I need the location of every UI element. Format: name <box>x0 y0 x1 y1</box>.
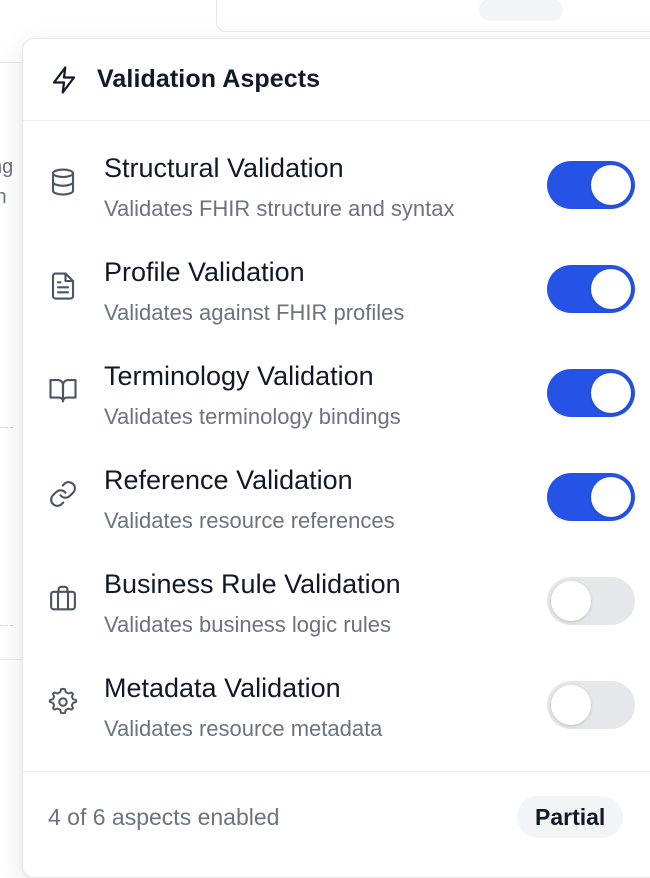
gear-icon <box>48 687 78 717</box>
toggle-knob <box>551 581 591 621</box>
aspect-title: Business Rule Validation <box>104 569 401 599</box>
aspect-description: Validates against FHIR profiles <box>104 300 405 325</box>
background-text: ng <box>0 156 14 178</box>
aspect-description: Validates business logic rules <box>104 612 391 637</box>
aspect-description: Validates FHIR structure and syntax <box>104 196 455 221</box>
terminology-validation-toggle[interactable] <box>547 369 635 417</box>
aspect-row-structural: Structural Validation Validates FHIR str… <box>23 139 650 243</box>
aspect-title: Reference Validation <box>104 465 353 495</box>
aspect-description: Validates resource references <box>104 508 395 533</box>
aspect-row-terminology: Terminology Validation Validates termino… <box>23 347 650 451</box>
aspect-title: Profile Validation <box>104 257 305 287</box>
toggle-knob <box>551 685 591 725</box>
aspect-title: Structural Validation <box>104 153 344 183</box>
book-icon <box>48 375 78 405</box>
popover-title: Validation Aspects <box>97 65 321 93</box>
popover-footer: 4 of 6 aspects enabled Partial <box>23 771 650 872</box>
structural-validation-toggle[interactable] <box>547 161 635 209</box>
lightning-icon <box>49 65 79 95</box>
toggle-knob <box>591 477 631 517</box>
reference-validation-toggle[interactable] <box>547 473 635 521</box>
validation-aspects-popover: Validation Aspects Structural Validation… <box>22 38 650 878</box>
aspect-list: Structural Validation Validates FHIR str… <box>23 121 650 763</box>
aspect-title: Terminology Validation <box>104 361 374 391</box>
aspect-description: Validates resource metadata <box>104 716 383 741</box>
background-toolbar <box>216 0 650 32</box>
link-icon <box>48 479 78 509</box>
briefcase-icon <box>48 583 78 613</box>
aspect-row-reference: Reference Validation Validates resource … <box>23 451 650 555</box>
toggle-knob <box>591 165 631 205</box>
aspect-description: Validates terminology bindings <box>104 404 401 429</box>
aspect-title: Metadata Validation <box>104 673 341 703</box>
aspect-row-profile: Profile Validation Validates against FHI… <box>23 243 650 347</box>
background-pill <box>479 0 563 21</box>
aspects-summary: 4 of 6 aspects enabled <box>48 804 280 830</box>
background-divider <box>0 427 13 428</box>
database-icon <box>48 167 78 197</box>
popover-header: Validation Aspects <box>23 39 650 121</box>
status-badge: Partial <box>517 796 624 838</box>
document-icon <box>48 271 78 301</box>
toggle-knob <box>591 373 631 413</box>
business-rule-validation-toggle[interactable] <box>547 577 635 625</box>
background-text: in <box>0 186 7 208</box>
toggle-knob <box>591 269 631 309</box>
aspect-row-metadata: Metadata Validation Validates resource m… <box>23 659 650 763</box>
profile-validation-toggle[interactable] <box>547 265 635 313</box>
background-divider <box>0 625 13 626</box>
metadata-validation-toggle[interactable] <box>547 681 635 729</box>
aspect-row-business: Business Rule Validation Validates busin… <box>23 555 650 659</box>
